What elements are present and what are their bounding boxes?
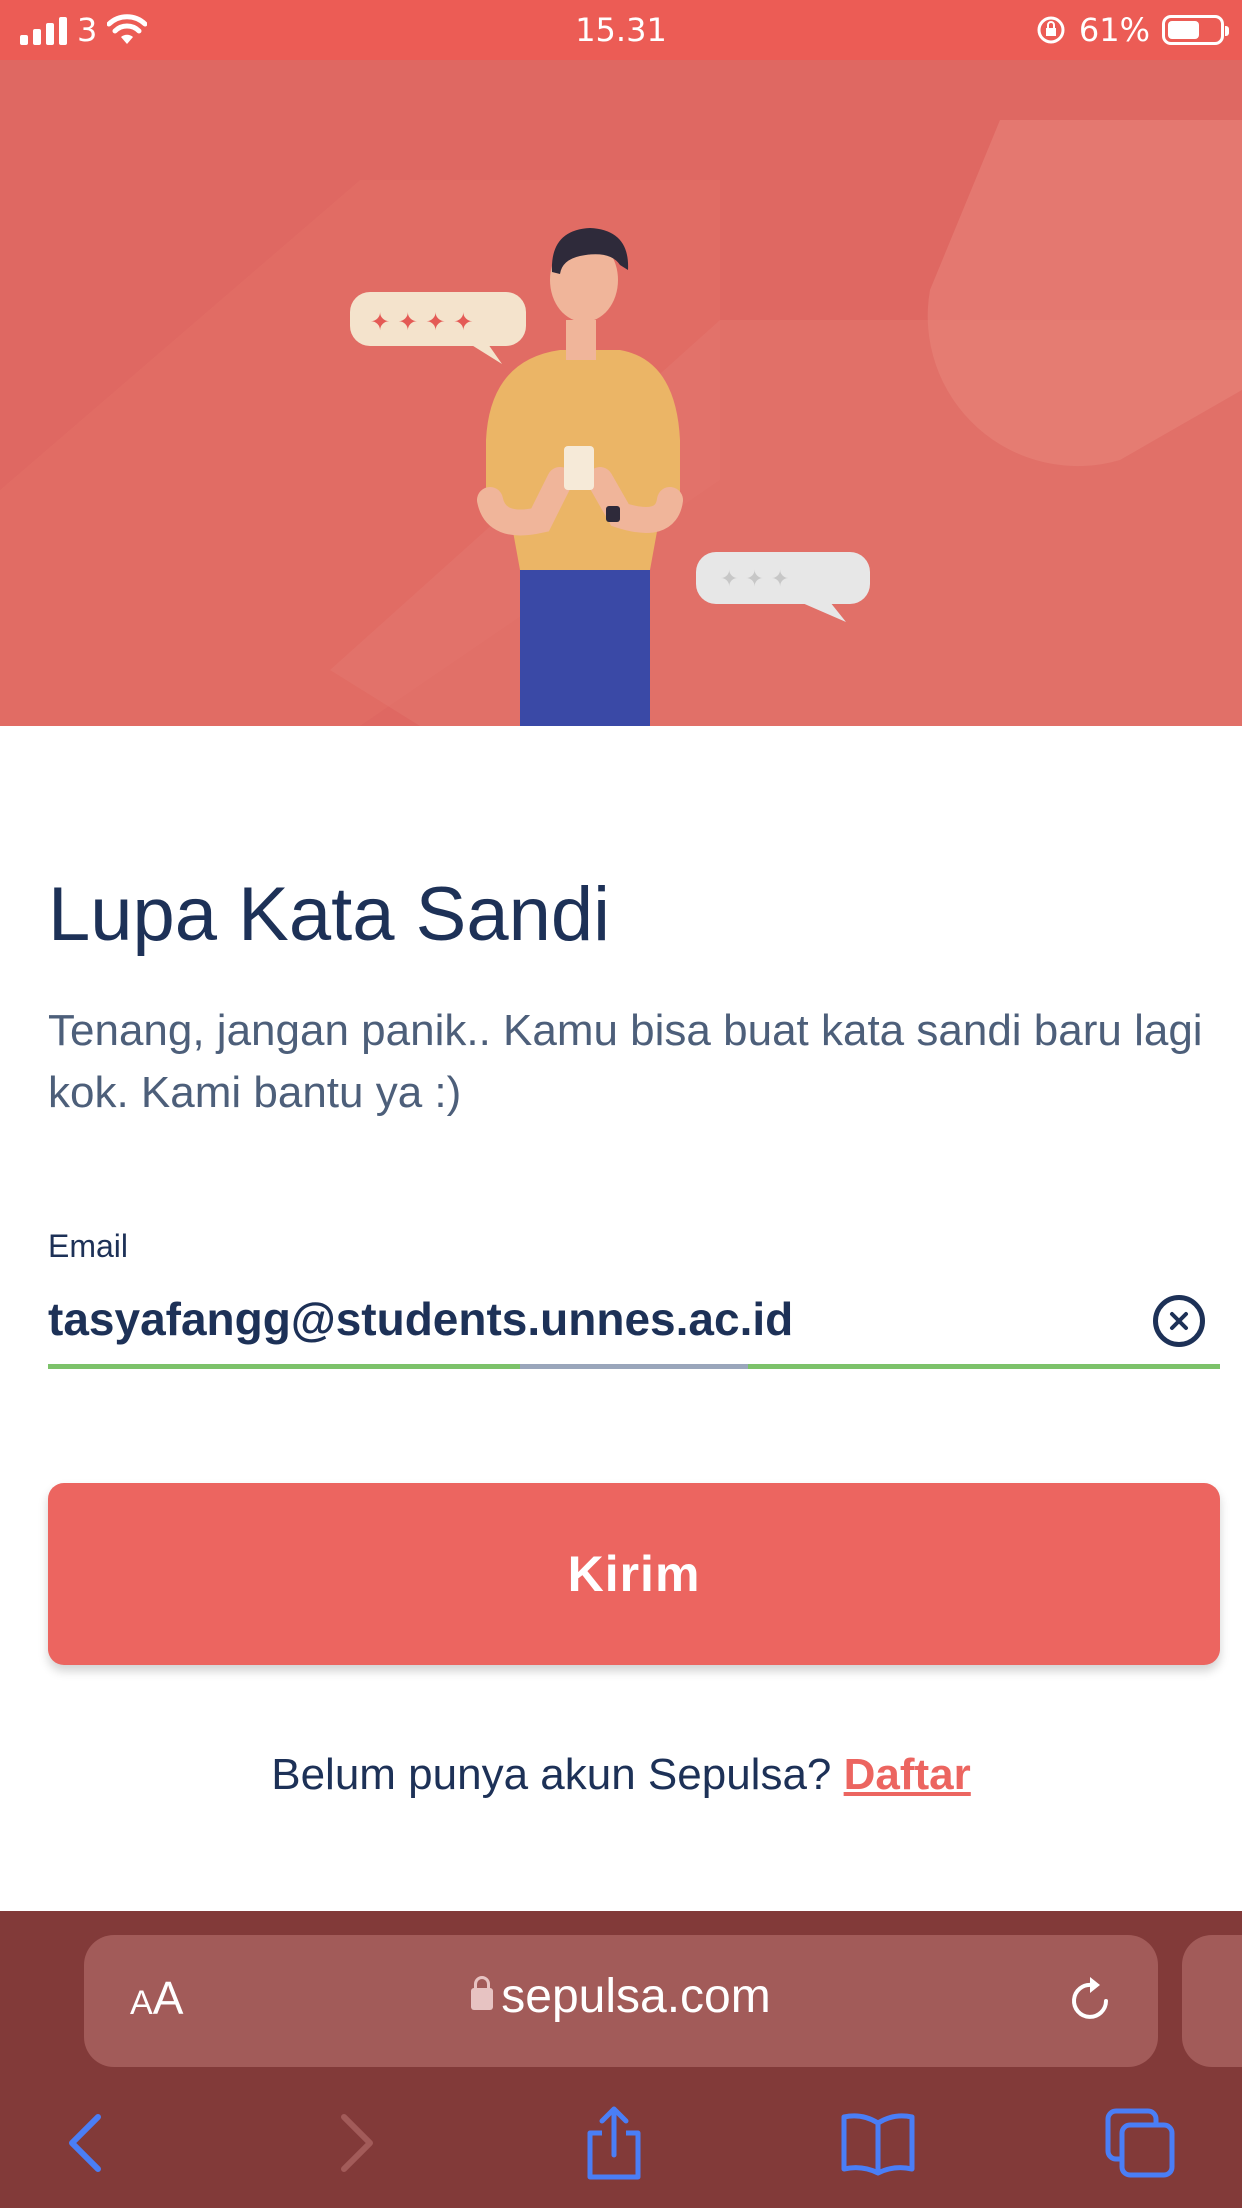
email-field[interactable] [48,1288,1148,1350]
bookmarks-icon[interactable] [838,2103,918,2183]
next-tab-preview[interactable] [1182,1935,1242,2067]
email-label: Email [48,1228,129,1264]
signup-prompt: Belum punya akun Sepulsa? Daftar [0,1750,1242,1800]
domain-text: sepulsa.com [501,1970,771,2023]
page-subtitle: Tenang, jangan panik.. Kamu bisa buat ka… [48,1006,1203,1117]
tabs-icon[interactable] [1100,2103,1180,2183]
battery-icon [1162,15,1229,45]
email-field-underline [48,1364,1220,1369]
close-icon [1170,1312,1188,1330]
person-with-phone-illustration: ✦ ✦ ✦ ✦ ✦ ✦ ✦ [0,120,1242,726]
svg-text:✦ ✦ ✦: ✦ ✦ ✦ [720,567,789,592]
signup-prompt-text: Belum punya akun Sepulsa? [271,1750,832,1799]
signup-link[interactable]: Daftar [844,1750,971,1799]
reload-icon[interactable] [1062,1973,1118,2029]
address-domain[interactable]: sepulsa.com [84,1969,1158,2024]
hero-illustration: ✦ ✦ ✦ ✦ ✦ ✦ ✦ [0,60,1242,726]
share-icon[interactable] [574,2103,654,2183]
battery-percent: 61% [1078,11,1150,49]
orientation-lock-icon [1037,16,1065,44]
clear-input-button[interactable] [1153,1295,1205,1347]
forward-icon[interactable] [316,2103,396,2183]
lock-icon [471,1976,494,2010]
submit-button[interactable]: Kirim [48,1483,1220,1665]
back-icon[interactable] [46,2103,126,2183]
browser-toolbar: AA sepulsa.com [0,1911,1242,2208]
address-bar[interactable]: AA sepulsa.com [84,1935,1158,2067]
page-title: Lupa Kata Sandi [48,872,611,957]
status-bar: 3 15.31 61% [0,0,1242,60]
svg-text:✦ ✦ ✦ ✦: ✦ ✦ ✦ ✦ [370,308,473,336]
